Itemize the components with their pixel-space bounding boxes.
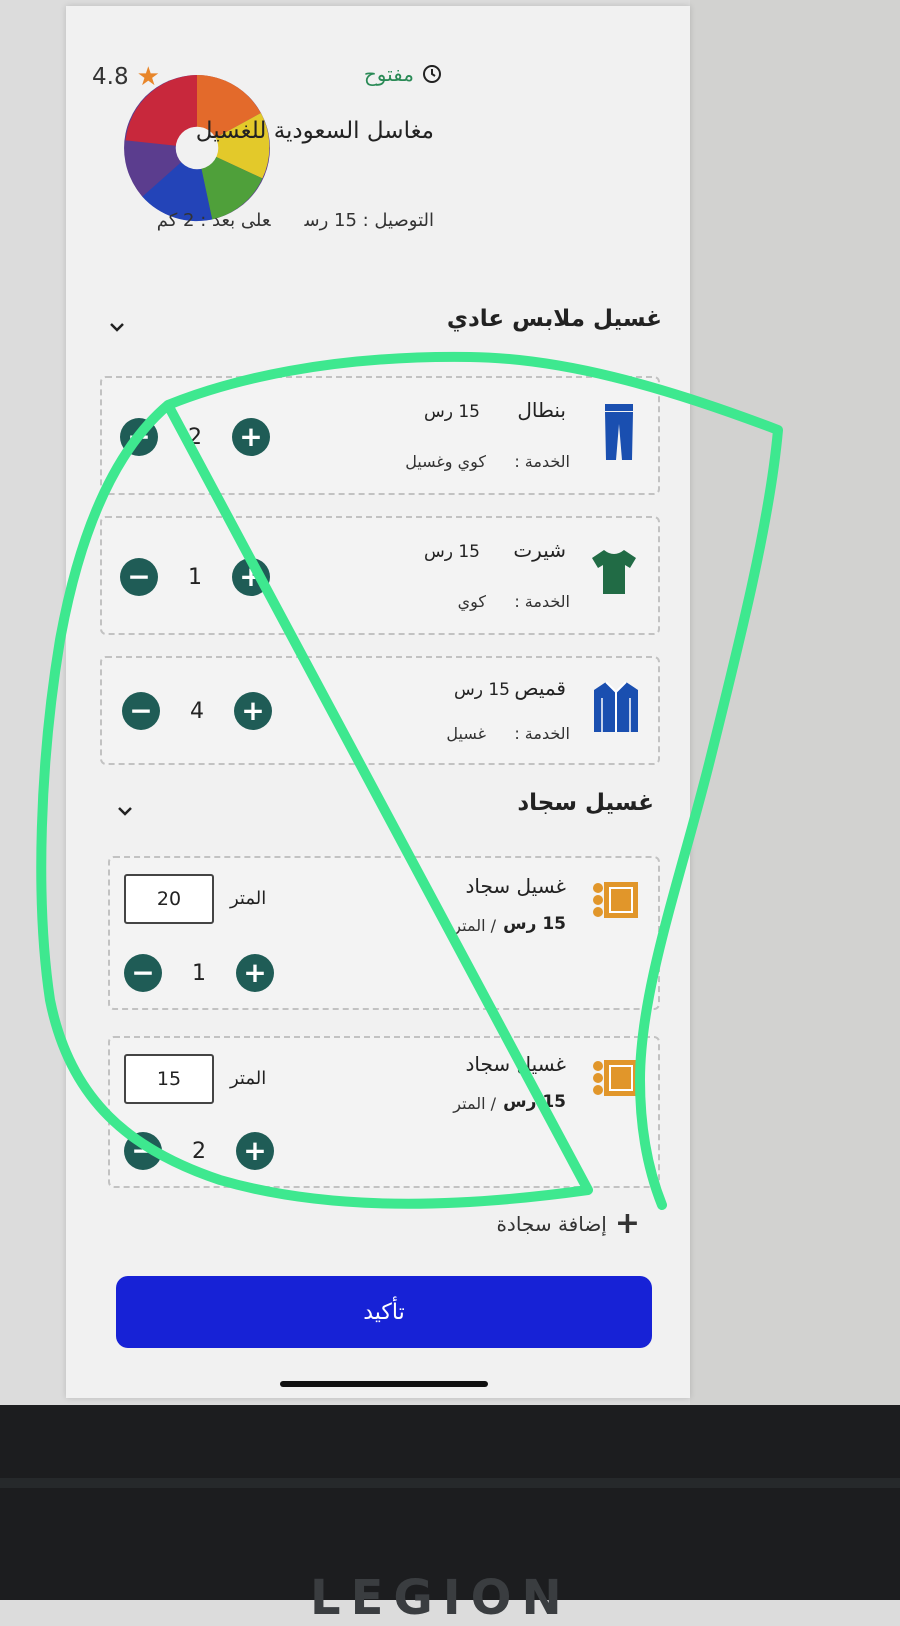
rug-icon (593, 1060, 638, 1096)
item-name: شيرت (513, 538, 566, 562)
app-screen: مفتوح 4.8 ★ مغاسل السعودية للغسيل التوصي… (66, 6, 690, 1398)
increase-button[interactable]: + (232, 418, 270, 456)
service-value: كوي وغسيل (405, 452, 486, 471)
increase-button[interactable]: + (232, 558, 270, 596)
monitor-brand-label: LEGION (310, 1570, 572, 1626)
shop-name: مغاسل السعودية للغسيل (195, 118, 434, 144)
distance: على بعد : 2 كم (156, 210, 271, 231)
increase-button[interactable]: + (236, 1132, 274, 1170)
price-unit: / المتر (453, 1094, 496, 1113)
service-value: كوي (457, 592, 486, 611)
item-card-pants: بنطال 15 رس الخدمة : كوي وغسيل − 2 + (100, 376, 660, 495)
star-icon: ★ (136, 62, 160, 92)
rug-icon (593, 882, 638, 918)
quantity-value: 2 (188, 424, 202, 450)
quantity-stepper[interactable]: − 2 + (120, 418, 270, 456)
quantity-stepper[interactable]: − 2 + (124, 1132, 274, 1170)
item-price: 15 رس (503, 1092, 566, 1112)
shop-rating: 4.8 ★ (92, 62, 160, 92)
item-name: بنطال (517, 398, 566, 422)
quantity-value: 4 (190, 698, 204, 724)
item-name: غسيل سجاد (465, 874, 566, 898)
shop-meta: التوصيل : 15 رس على بعد : 2 كم (157, 210, 434, 231)
rug-card: غسيل سجاد 15 رس / المتر المتر 20 − 1 + (108, 856, 660, 1010)
decrease-button[interactable]: − (120, 418, 158, 456)
item-price: 15 رس (423, 402, 480, 422)
increase-button[interactable]: + (236, 954, 274, 992)
home-indicator (280, 1381, 488, 1387)
decrease-button[interactable]: − (124, 1132, 162, 1170)
item-price: 15 رس (503, 914, 566, 934)
service-label: الخدمة : (514, 592, 570, 611)
item-price: 15 رس (453, 680, 510, 700)
pants-icon (605, 404, 633, 460)
delivery-fee: التوصيل : 15 رس (304, 210, 434, 231)
meters-input[interactable]: 20 (124, 874, 214, 924)
section-title-clothes: غسيل ملابس عادي (446, 306, 662, 332)
rug-card: غسيل سجاد 15 رس / المتر المتر 15 − 2 + (108, 1036, 660, 1188)
chevron-down-icon[interactable] (108, 318, 126, 336)
item-name: قميص (514, 676, 566, 700)
quantity-value: 1 (188, 564, 202, 590)
shirt-icon (594, 681, 638, 732)
increase-button[interactable]: + (234, 692, 272, 730)
quantity-value: 2 (192, 1138, 206, 1164)
decrease-button[interactable]: − (122, 692, 160, 730)
item-price: 15 رس (423, 542, 480, 562)
service-value: غسيل (446, 724, 486, 743)
service-label: الخدمة : (514, 724, 570, 743)
chevron-down-icon[interactable] (116, 802, 134, 820)
meter-label: المتر (230, 888, 267, 909)
price-unit: / المتر (453, 916, 496, 935)
confirm-button[interactable]: تأكيد (116, 1276, 652, 1348)
clock-icon (423, 65, 441, 83)
section-title-rugs: غسيل سجاد (517, 790, 654, 816)
add-rug-button[interactable]: + إضافة سجادة (496, 1206, 640, 1241)
item-name: غسيل سجاد (465, 1052, 566, 1076)
quantity-value: 1 (192, 960, 206, 986)
quantity-stepper[interactable]: − 1 + (124, 954, 274, 992)
decrease-button[interactable]: − (124, 954, 162, 992)
plus-icon: + (614, 1206, 640, 1241)
meter-label: المتر (230, 1068, 267, 1089)
rating-value: 4.8 (92, 64, 129, 90)
meters-input[interactable]: 15 (124, 1054, 214, 1104)
open-status: مفتوح (364, 62, 442, 86)
decrease-button[interactable]: − (120, 558, 158, 596)
monitor-bezel-edge (0, 1478, 900, 1488)
add-rug-label: إضافة سجادة (496, 1211, 607, 1236)
monitor-background (690, 0, 900, 1405)
tshirt-icon (592, 550, 636, 594)
status-label: مفتوح (363, 62, 414, 86)
shop-logo (124, 75, 270, 222)
quantity-stepper[interactable]: − 4 + (122, 692, 272, 730)
item-card-shirt: قميص 15 رس الخدمة : غسيل − 4 + (100, 656, 660, 765)
item-card-tshirt: شيرت 15 رس الخدمة : كوي − 1 + (100, 516, 660, 635)
service-label: الخدمة : (514, 452, 570, 471)
quantity-stepper[interactable]: − 1 + (120, 558, 270, 596)
